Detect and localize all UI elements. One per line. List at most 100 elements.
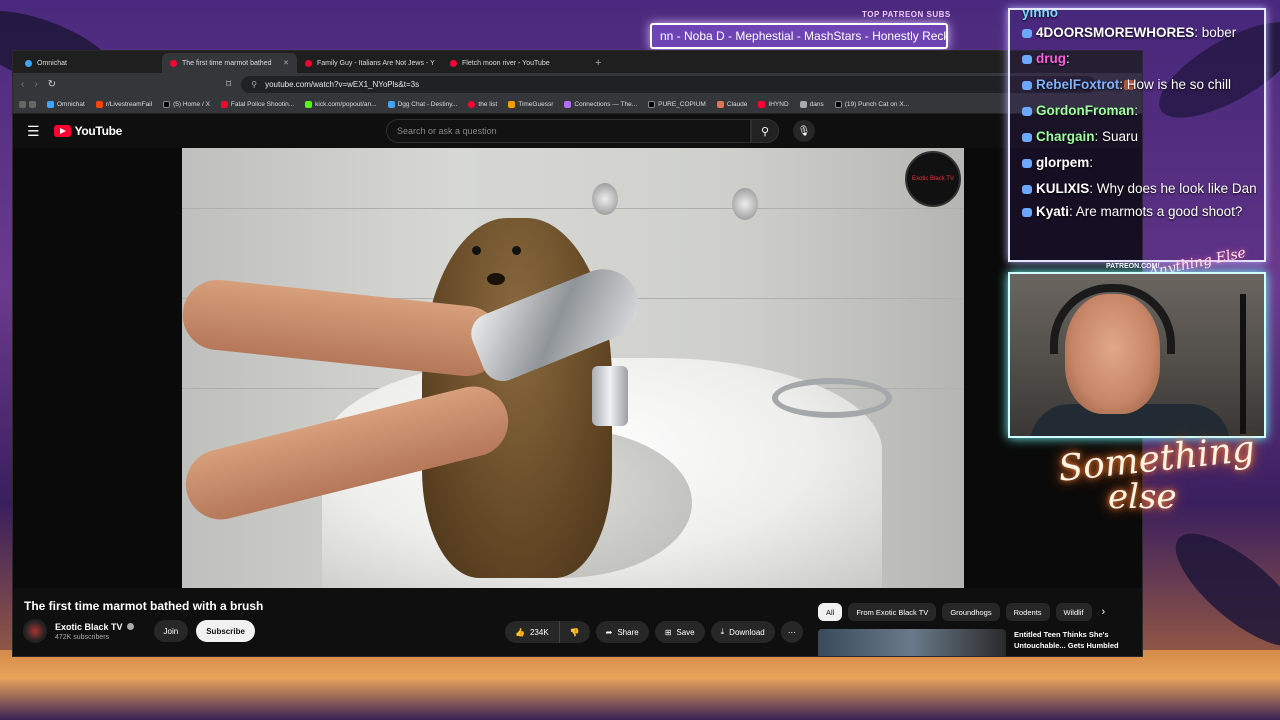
bookmark-item[interactable]: Fatal Police Shootin... (220, 101, 294, 108)
address-bar: ‹ › ↻ ⌑ ⚲ youtube.com/watch?v=wEX1_NYoPl… (13, 73, 1142, 96)
bookmark-item[interactable]: Dgg Chat - Destiny... (387, 101, 457, 108)
chat-message: drug: (1010, 46, 1264, 72)
like-dislike-group: 👍 234K 👎 (505, 621, 590, 643)
youtube-favicon-icon (305, 59, 312, 67)
channel-row: Exotic Black TV 472K subscribers Join Su… (23, 619, 255, 643)
share-button[interactable]: ➦ Share (595, 621, 649, 643)
chat-message: GordonFroman: (1010, 98, 1264, 124)
save-icon: ⊞ (664, 627, 672, 637)
more-options-button[interactable]: ⋯ (780, 621, 803, 643)
chip-from-channel[interactable]: From Exotic Black TV (848, 603, 937, 621)
chat-badge-icon (1022, 54, 1032, 64)
new-tab-button[interactable]: + (587, 53, 609, 73)
microphone-arm (1240, 294, 1246, 434)
background-landscape (0, 650, 1280, 720)
back-icon[interactable]: ‹ (21, 79, 24, 90)
chat-message: Kyati: Are marmots a good shoot? (1010, 199, 1264, 225)
faucet (592, 366, 628, 426)
recommendation-chips: All From Exotic Black TV Groundhogs Rode… (818, 603, 1105, 621)
more-icon: ⋯ (787, 627, 796, 637)
bookmark-item[interactable]: (19) Punch Cat on X... (834, 101, 909, 108)
search-input[interactable]: Search or ask a question (386, 119, 752, 143)
dislike-button[interactable]: 👎 (559, 621, 590, 643)
apps-icon[interactable] (19, 101, 36, 108)
chat-message: Chargain: Suaru (1010, 124, 1264, 150)
tab-fletch[interactable]: Fletch moon river - YouTube (442, 53, 587, 73)
bookmark-folder[interactable]: dans (799, 101, 824, 108)
bookmark-item[interactable]: Claude (716, 101, 747, 108)
url-field[interactable]: ⚲ youtube.com/watch?v=wEX1_NYoPls&t=3s (241, 76, 1097, 93)
youtube-header: ☰ YouTube Search or ask a question ⚲ 🎙 (13, 114, 1142, 148)
bookmark-item[interactable]: IHYND (758, 101, 789, 108)
video-frame[interactable]: Exotic Black TV (182, 148, 964, 588)
channel-name[interactable]: Exotic Black TV (55, 622, 134, 632)
bookmark-item[interactable]: PURE_COPIUM (648, 101, 706, 108)
thumbs-up-icon: 👍 (515, 627, 525, 637)
bookmark-item[interactable]: (5) Home / X (163, 101, 210, 108)
chip-wildlife[interactable]: Wildlif (1055, 603, 1092, 621)
bookmark-item[interactable]: kick.com/popout/an... (305, 101, 377, 108)
youtube-logo[interactable]: YouTube (53, 124, 122, 138)
forward-icon[interactable]: › (34, 79, 37, 90)
tab-label: The first time marmot bathed (182, 59, 272, 67)
chat-badge-icon (1022, 80, 1032, 90)
neon-sign: Something else (1056, 428, 1257, 517)
join-button[interactable]: Join (153, 620, 189, 642)
tab-bar: Omnichat The first time marmot bathed ✕ … (13, 51, 1142, 73)
thumbs-down-icon: 👎 (569, 627, 580, 637)
channel-info: Exotic Black TV 472K subscribers (55, 622, 134, 641)
chip-groundhogs[interactable]: Groundhogs (942, 603, 1000, 621)
download-icon: ⤓ (720, 627, 725, 636)
chat-message: glorpem: (1010, 150, 1264, 176)
chevron-right-icon[interactable]: › (1102, 606, 1106, 618)
download-button[interactable]: ⤓ Download (710, 621, 775, 643)
bookmarks-bar: Omnichat r/LivestreamFail (5) Home / X F… (13, 96, 1142, 114)
tab-omnichat[interactable]: Omnichat (17, 53, 162, 73)
bookmark-item[interactable]: Omnichat (47, 101, 85, 108)
chat-badge-icon (1022, 132, 1032, 142)
bookmark-item[interactable]: Connections — The... (564, 101, 637, 108)
chat-badge-icon (1022, 184, 1032, 194)
chat-badge-icon (1022, 106, 1032, 116)
chip-rodents[interactable]: Rodents (1005, 603, 1050, 621)
bookmark-item[interactable]: r/LivestreamFail (95, 101, 152, 108)
channel-avatar[interactable] (23, 619, 47, 643)
wall-knob (732, 188, 758, 220)
bookmark-item[interactable]: TimeGuessr (508, 101, 553, 108)
site-info-icon[interactable]: ⚲ (251, 80, 257, 89)
webcam-feed (1008, 272, 1266, 438)
bookmark-item[interactable]: the list (468, 101, 497, 108)
subscribe-button[interactable]: Subscribe (196, 620, 255, 642)
share-icon: ➦ (605, 627, 613, 637)
chat-message: yinno (1022, 8, 1058, 20)
tab-marmot-video[interactable]: The first time marmot bathed ✕ (162, 53, 297, 73)
bookmark-icon[interactable]: ⌑ (226, 79, 231, 90)
chip-all[interactable]: All (818, 603, 843, 621)
tab-label: Fletch moon river - YouTube (462, 59, 550, 67)
marmot-eye (512, 246, 521, 255)
recommendation-title[interactable]: Entitled Teen Thinks She's Untouchable..… (1014, 629, 1134, 656)
microphone-icon[interactable]: 🎙 (793, 120, 816, 142)
chat-badge-icon (1022, 207, 1032, 217)
patreon-ticker: nn - Noba D - Mephestial - MashStars - H… (650, 23, 948, 49)
url-text: youtube.com/watch?v=wEX1_NYoPls&t=3s (265, 80, 420, 89)
tab-family-guy[interactable]: Family Guy - Italians Are Not Jews - Y (297, 53, 442, 73)
tab-label: Omnichat (37, 59, 67, 67)
youtube-favicon-icon (450, 59, 457, 67)
channel-watermark[interactable]: Exotic Black TV (905, 151, 961, 207)
search-icon[interactable]: ⚲ (751, 119, 780, 143)
recommendation-thumbnail[interactable] (818, 629, 1006, 656)
video-actions: 👍 234K 👎 ➦ Share ⊞ Save ⤓ Download ⋯ (505, 621, 803, 643)
hamburger-menu-icon[interactable]: ☰ (27, 123, 40, 140)
chat-badge-icon (1022, 158, 1032, 168)
video-title: The first time marmot bathed with a brus… (24, 599, 264, 613)
close-icon[interactable]: ✕ (283, 59, 289, 67)
recommendation-item[interactable]: Entitled Teen Thinks She's Untouchable..… (818, 629, 1134, 656)
video-player[interactable]: Exotic Black TV (13, 148, 1142, 588)
stream-chat: yinno 4DOORSMOREWHORES: bober drug: Rebe… (1008, 8, 1266, 262)
reload-icon[interactable]: ↻ (48, 79, 56, 90)
like-button[interactable]: 👍 234K (505, 621, 560, 643)
save-button[interactable]: ⊞ Save (654, 621, 705, 643)
tab-label: Family Guy - Italians Are Not Jews - Y (317, 59, 435, 67)
chat-badge-icon (1022, 28, 1032, 38)
